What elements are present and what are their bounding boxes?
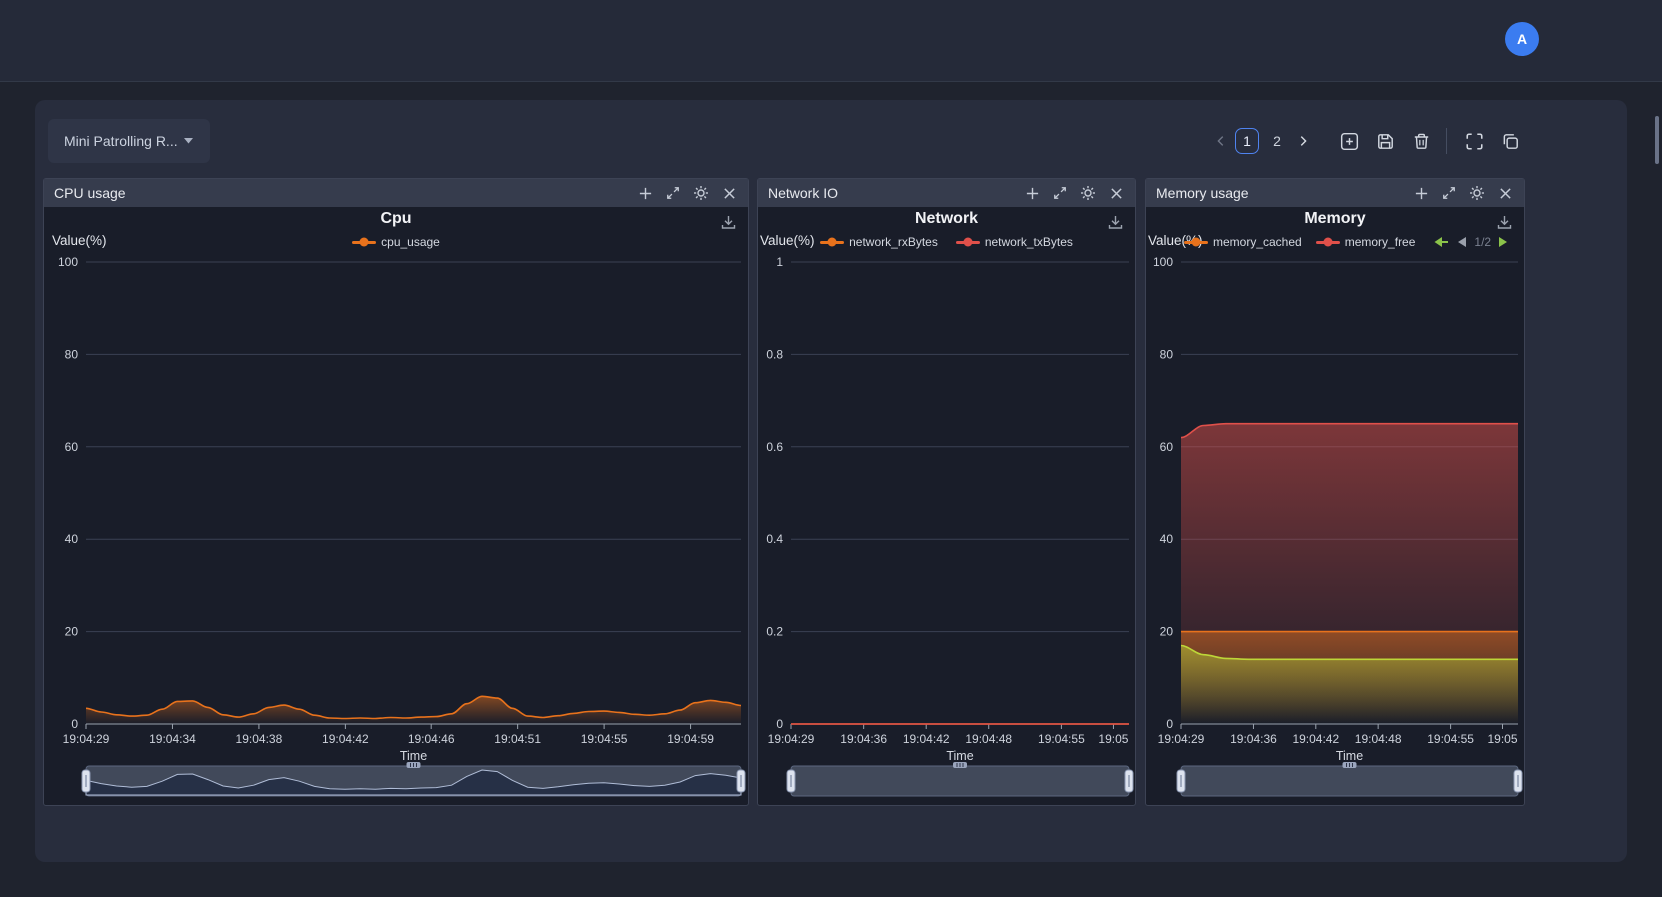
delete-button[interactable]	[1404, 126, 1438, 156]
close-icon[interactable]	[1496, 184, 1514, 202]
panel-network-io: Network IO Network Value(%) network_rxBy…	[757, 178, 1136, 806]
chevron-right-icon	[1296, 134, 1310, 148]
x-tick-label: 19:04:55	[1038, 732, 1085, 746]
x-tick-label: 19:05	[1487, 732, 1517, 746]
x-tick-label: 19:04:48	[1355, 732, 1402, 746]
close-icon[interactable]	[1107, 184, 1125, 202]
datazoom-slider[interactable]	[791, 766, 1129, 796]
save-icon	[1376, 132, 1395, 151]
duplicate-button[interactable]	[1493, 126, 1527, 156]
chart-area: Cpu Value(%) cpu_usage 02040608010019:04…	[44, 207, 748, 805]
x-axis-name: Time	[946, 749, 973, 763]
fullscreen-icon	[1465, 132, 1484, 151]
y-tick-label: 80	[65, 347, 79, 361]
x-tick-label: 19:04:29	[1158, 732, 1205, 746]
x-tick-label: 19:04:42	[1292, 732, 1339, 746]
add-icon[interactable]	[1023, 184, 1041, 202]
y-tick-label: 0	[776, 717, 783, 731]
y-tick-label: 0.2	[766, 625, 783, 639]
y-tick-label: 20	[65, 625, 79, 639]
y-tick-label: 20	[1160, 625, 1174, 639]
panel-actions	[636, 184, 738, 202]
settings-icon[interactable]	[1468, 184, 1486, 202]
duplicate-icon	[1501, 132, 1520, 151]
y-tick-label: 0.8	[766, 347, 783, 361]
y-tick-label: 80	[1160, 347, 1174, 361]
x-tick-label: 19:04:29	[768, 732, 815, 746]
panel-actions	[1412, 184, 1514, 202]
x-tick-label: 19:04:42	[322, 732, 369, 746]
x-tick-label: 19:04:38	[236, 732, 283, 746]
panel-header: CPU usage	[44, 179, 748, 207]
x-axis-name: Time	[400, 749, 427, 763]
memory-chart-canvas: 0 20 40 60 80 100 19:04:29 19:04:36 19:04:42 19:0…	[1146, 207, 1524, 805]
panel-header: Memory usage	[1146, 179, 1524, 207]
y-tick-label: 60	[1160, 440, 1174, 454]
x-tick-label: 19:04:55	[1427, 732, 1474, 746]
y-tick-label: 60	[65, 440, 79, 454]
dashboard-selector-label: Mini Patrolling R...	[64, 133, 178, 149]
y-tick-label: 100	[1153, 255, 1173, 269]
x-tick-label: 19:04:48	[965, 732, 1012, 746]
panel-actions	[1023, 184, 1125, 202]
close-icon[interactable]	[720, 184, 738, 202]
dashboard-canvas: Mini Patrolling R... 1 2	[35, 100, 1627, 862]
settings-icon[interactable]	[692, 184, 710, 202]
page-number-1[interactable]: 1	[1235, 128, 1259, 154]
panel-title: CPU usage	[54, 185, 636, 201]
y-tick-label: 100	[58, 255, 78, 269]
x-tick-label: 19:04:55	[581, 732, 628, 746]
panel-header: Network IO	[758, 179, 1135, 207]
expand-icon[interactable]	[1051, 184, 1069, 202]
save-button[interactable]	[1368, 126, 1402, 156]
topbar: A	[0, 0, 1662, 82]
x-tick-label: 19:04:36	[840, 732, 887, 746]
dashboard-toolbar: 1 2	[1210, 124, 1527, 158]
fullscreen-button[interactable]	[1457, 126, 1491, 156]
avatar[interactable]: A	[1505, 22, 1539, 56]
panel-cpu-usage: CPU usage Cpu Value(%) cpu_usage 0204060…	[43, 178, 749, 806]
expand-icon[interactable]	[1440, 184, 1458, 202]
network-chart-canvas: 0 0.2 0.4 0.6 0.8 1 19:04:29 19:04:36 19:04:42 19…	[758, 207, 1135, 805]
scrollbar-thumb[interactable]	[1655, 116, 1659, 164]
x-tick-label: 19:04:29	[63, 732, 110, 746]
panel-title: Memory usage	[1156, 185, 1412, 201]
cpu-chart-canvas: 0 20 40 60 80 100 19:04:29 19:04:34 19:04:38 19:0…	[44, 207, 748, 805]
chart-area: Memory Value(%) memory_cachedmemory_free…	[1146, 207, 1524, 805]
y-tick-label: 0	[71, 717, 78, 731]
settings-icon[interactable]	[1079, 184, 1097, 202]
y-tick-label: 1	[776, 255, 783, 269]
x-tick-label: 19:04:34	[149, 732, 196, 746]
y-tick-label: 0.6	[766, 440, 783, 454]
y-tick-label: 40	[1160, 532, 1174, 546]
y-tick-label: 0.4	[766, 532, 783, 546]
expand-icon[interactable]	[664, 184, 682, 202]
chevron-down-icon	[183, 137, 194, 145]
dashboard-selector[interactable]: Mini Patrolling R...	[48, 119, 210, 163]
toolbar-divider	[1446, 128, 1447, 154]
x-tick-label: 19:04:59	[667, 732, 714, 746]
add-icon[interactable]	[636, 184, 654, 202]
datazoom-slider[interactable]	[1181, 766, 1518, 796]
x-tick-label: 19:04:46	[408, 732, 455, 746]
x-tick-label: 19:04:42	[903, 732, 950, 746]
chevron-left-icon	[1214, 134, 1228, 148]
add-panel-icon	[1340, 132, 1359, 151]
panel-title: Network IO	[768, 185, 1023, 201]
y-tick-label: 40	[65, 532, 79, 546]
y-tick-label: 0	[1166, 717, 1173, 731]
x-tick-label: 19:04:36	[1230, 732, 1277, 746]
add-icon[interactable]	[1412, 184, 1430, 202]
add-panel-button[interactable]	[1332, 126, 1366, 156]
x-axis-name: Time	[1336, 749, 1363, 763]
x-tick-label: 19:05	[1098, 732, 1128, 746]
delete-icon	[1412, 132, 1431, 151]
page-prev-button[interactable]	[1210, 130, 1232, 152]
panel-memory-usage: Memory usage Memory Value(%) memory_cach…	[1145, 178, 1525, 806]
page-next-button[interactable]	[1292, 130, 1314, 152]
page-number-2[interactable]: 2	[1265, 128, 1289, 154]
chart-area: Network Value(%) network_rxBytesnetwork_…	[758, 207, 1135, 805]
x-tick-label: 19:04:51	[494, 732, 541, 746]
